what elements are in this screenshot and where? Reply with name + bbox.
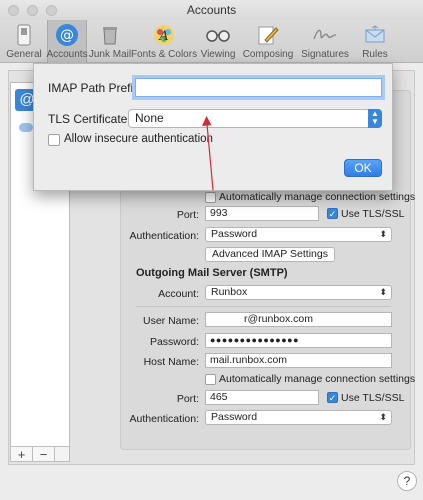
- svg-text:@: @: [60, 28, 74, 44]
- close-window-button[interactable]: [8, 5, 19, 16]
- outgoing-port-field[interactable]: 465: [205, 390, 319, 405]
- outgoing-account-popup[interactable]: Runbox ⬍: [205, 285, 392, 300]
- tab-general-label: General: [6, 49, 42, 60]
- tab-viewing-label: Viewing: [200, 49, 236, 60]
- hostname-label: Host Name:: [143, 356, 199, 368]
- preferences-toolbar: General @ Accounts Junk Mail A Fonts & C…: [0, 20, 423, 63]
- tls-certificate-label: TLS Certificate:: [48, 112, 131, 126]
- imap-path-prefix-input[interactable]: [135, 78, 382, 97]
- incoming-use-tls-label: Use TLS/SSL: [341, 208, 405, 220]
- tab-composing[interactable]: Composing: [241, 20, 295, 63]
- password-label: Password:: [149, 336, 199, 348]
- tab-accounts[interactable]: @ Accounts: [46, 20, 88, 63]
- section-divider: [136, 306, 391, 307]
- incoming-use-tls-checkbox[interactable]: ✓: [327, 208, 338, 219]
- chevron-updown-icon: ▲ ▼: [368, 109, 382, 128]
- outgoing-port-label: Port:: [176, 393, 199, 405]
- incoming-auto-manage-checkbox[interactable]: [205, 192, 216, 203]
- title-bar: Accounts: [0, 0, 423, 20]
- svg-text:A: A: [158, 29, 168, 44]
- username-label: User Name:: [142, 315, 199, 327]
- tab-accounts-label: Accounts: [46, 49, 88, 60]
- window-controls: [8, 5, 57, 16]
- tab-rules[interactable]: Rules: [355, 20, 395, 63]
- chevron-updown-icon: ⬍: [379, 229, 387, 239]
- advanced-imap-settings-button[interactable]: Advanced IMAP Settings: [205, 247, 335, 262]
- outgoing-use-tls-checkbox[interactable]: ✓: [327, 392, 338, 403]
- tab-fonts-colors-label: Fonts & Colors: [130, 49, 198, 60]
- chevron-updown-icon: ⬍: [379, 287, 387, 297]
- tab-composing-label: Composing: [242, 49, 294, 60]
- tab-signatures-label: Signatures: [301, 49, 349, 60]
- allow-insecure-auth-checkbox[interactable]: [48, 134, 60, 146]
- window-title: Accounts: [186, 3, 237, 17]
- accounts-list-buttons: + −: [10, 446, 70, 462]
- pencil-paper-icon: [255, 23, 281, 47]
- incoming-auto-manage-label: Automatically manage connection settings: [219, 191, 416, 203]
- add-account-button[interactable]: +: [11, 447, 33, 461]
- outgoing-section-title: Outgoing Mail Server (SMTP): [136, 267, 288, 279]
- incoming-port-label: Port:: [176, 209, 199, 221]
- incoming-authentication-popup[interactable]: Password ⬍: [205, 227, 392, 242]
- username-field[interactable]: r@runbox.com: [205, 312, 392, 327]
- tls-certificate-select[interactable]: None ▲ ▼: [128, 109, 382, 128]
- help-button[interactable]: ?: [397, 471, 417, 491]
- outgoing-use-tls-label: Use TLS/SSL: [341, 392, 405, 404]
- icloud-account-icon[interactable]: [19, 123, 33, 132]
- tab-junk-mail[interactable]: Junk Mail: [88, 20, 132, 63]
- chevron-updown-icon: ⬍: [379, 412, 387, 422]
- minimize-window-button[interactable]: [27, 5, 38, 16]
- tab-viewing[interactable]: Viewing: [198, 20, 238, 63]
- incoming-authentication-value: Password: [211, 228, 258, 240]
- font-palette-icon: A: [151, 23, 177, 47]
- outgoing-account-label: Account:: [158, 288, 199, 300]
- at-sign-icon: @: [54, 23, 80, 47]
- tls-certificate-value: None: [135, 111, 164, 125]
- incoming-port-field[interactable]: 993: [205, 206, 319, 221]
- password-field[interactable]: ●●●●●●●●●●●●●●●: [205, 333, 392, 348]
- allow-insecure-auth-label: Allow insecure authentication: [64, 133, 213, 145]
- switch-icon: [11, 23, 37, 47]
- ok-button[interactable]: OK: [344, 159, 382, 177]
- outgoing-authentication-value: Password: [211, 411, 258, 423]
- tab-junk-mail-label: Junk Mail: [88, 49, 132, 60]
- tab-general[interactable]: General: [4, 20, 44, 63]
- outgoing-auto-manage-label: Automatically manage connection settings: [219, 373, 416, 385]
- tab-signatures[interactable]: Signatures: [298, 20, 352, 63]
- envelope-rules-icon: [362, 23, 388, 47]
- tab-fonts-colors[interactable]: A Fonts & Colors: [130, 20, 198, 63]
- incoming-authentication-label: Authentication:: [129, 230, 199, 242]
- zoom-window-button[interactable]: [46, 5, 57, 16]
- outgoing-authentication-label: Authentication:: [129, 413, 199, 425]
- hostname-field[interactable]: mail.runbox.com: [205, 353, 392, 368]
- trash-icon: [97, 23, 123, 47]
- advanced-settings-sheet: IMAP Path Prefix: TLS Certificate: None …: [33, 63, 393, 191]
- glasses-icon: [205, 23, 231, 47]
- outgoing-auto-manage-checkbox[interactable]: [205, 374, 216, 385]
- tab-rules-label: Rules: [362, 49, 388, 60]
- imap-path-prefix-label: IMAP Path Prefix:: [48, 81, 143, 95]
- outgoing-account-value: Runbox: [211, 286, 248, 298]
- outgoing-authentication-popup[interactable]: Password ⬍: [205, 410, 392, 425]
- remove-account-button[interactable]: −: [33, 447, 55, 461]
- signature-icon: [312, 23, 338, 47]
